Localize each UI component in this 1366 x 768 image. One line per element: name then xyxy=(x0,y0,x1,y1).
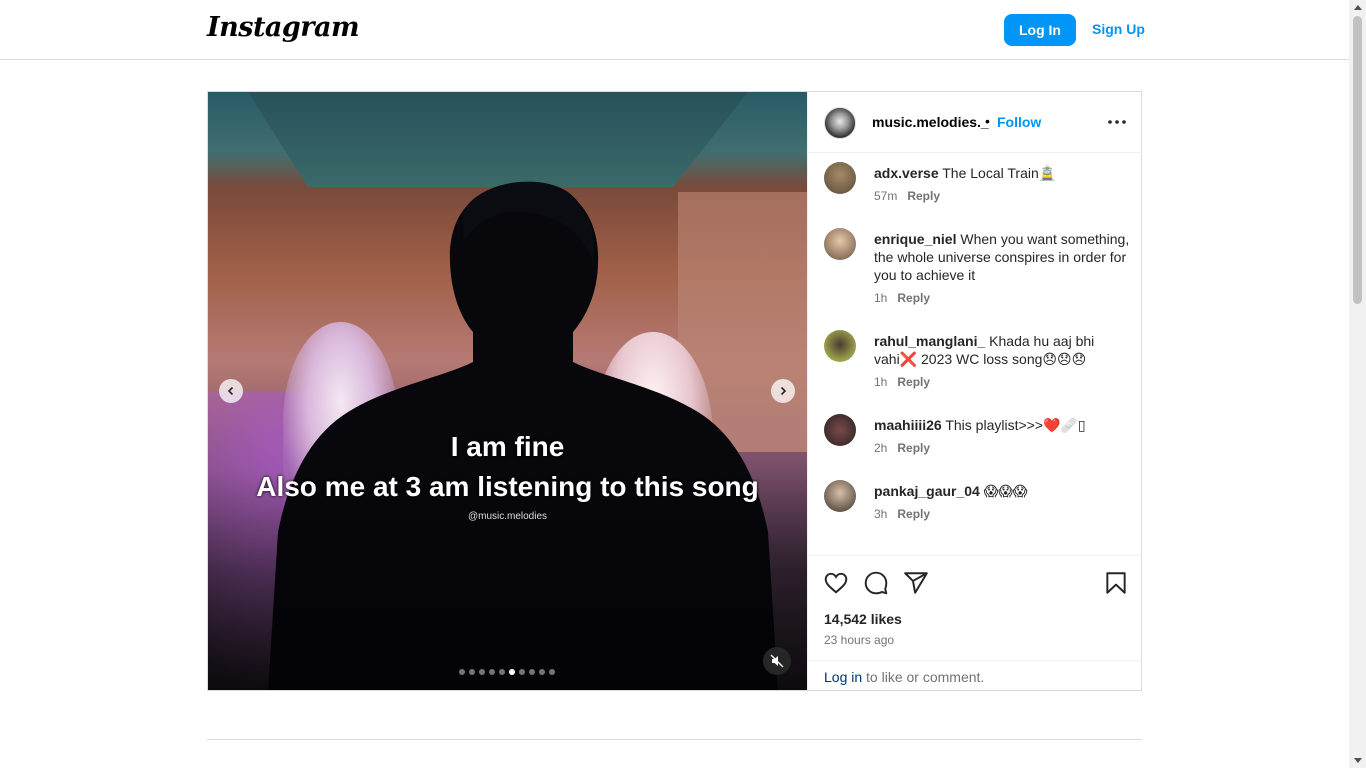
comment-time: 3h xyxy=(874,507,888,521)
post-container: I am fine Also me at 3 am listening to t… xyxy=(207,91,1142,691)
carousel-dot xyxy=(549,669,555,675)
likes-count[interactable]: 14,542 likes xyxy=(824,611,902,627)
comment-meta: 3h Reply xyxy=(874,507,930,521)
reply-button[interactable]: Reply xyxy=(897,291,930,305)
carousel-dot xyxy=(539,669,545,675)
post-timestamp[interactable]: 23 hours ago xyxy=(824,633,894,647)
comment-meta: 57m Reply xyxy=(874,189,940,203)
reply-button[interactable]: Reply xyxy=(897,441,930,455)
scroll-down-arrow[interactable] xyxy=(1354,758,1362,763)
comment-username[interactable]: maahiiii26 xyxy=(874,417,942,433)
login-prompt: Log in to like or comment. xyxy=(808,660,1142,692)
reply-button[interactable]: Reply xyxy=(897,507,930,521)
media-watermark: @music.melodies xyxy=(467,511,548,522)
carousel-dot xyxy=(529,669,535,675)
carousel-dot xyxy=(469,669,475,675)
post-media[interactable]: I am fine Also me at 3 am listening to t… xyxy=(208,92,807,690)
comment-body: pankaj_gaur_04 😱😱😱 xyxy=(874,482,1130,500)
carousel-dot xyxy=(499,669,505,675)
comment-username[interactable]: enrique_niel xyxy=(874,231,956,247)
page-scrollbar[interactable] xyxy=(1349,0,1366,768)
login-link[interactable]: Log in xyxy=(824,669,862,685)
login-prompt-suffix: to like or comment. xyxy=(862,669,985,685)
comment-avatar[interactable] xyxy=(824,480,856,512)
comment-avatar[interactable] xyxy=(824,228,856,260)
reply-button[interactable]: Reply xyxy=(907,189,940,203)
chevron-right-icon xyxy=(780,386,787,396)
comment-username[interactable]: adx.verse xyxy=(874,165,939,181)
comment-time: 57m xyxy=(874,189,898,203)
media-caption-line2: Also me at 3 am listening to this song xyxy=(256,471,759,502)
carousel-next-button[interactable] xyxy=(771,379,795,403)
more-options-icon[interactable] xyxy=(1105,112,1129,132)
page: Instagram Log In Sign Up I am fine Also … xyxy=(0,0,1366,768)
carousel-dot xyxy=(459,669,465,675)
scroll-up-arrow[interactable] xyxy=(1354,5,1362,10)
header-separator: • xyxy=(985,113,990,129)
reply-button[interactable]: Reply xyxy=(897,375,930,389)
comment-body: adx.verse The Local Train🚊 xyxy=(874,164,1130,182)
comment-text: This playlist>>>❤️🩹▯ xyxy=(945,417,1086,433)
scrollbar-thumb[interactable] xyxy=(1353,16,1362,304)
post-actions: 14,542 likes 23 hours ago Log in to like… xyxy=(808,555,1142,691)
heart-icon[interactable] xyxy=(823,570,849,596)
comment-time: 1h xyxy=(874,291,888,305)
carousel-dot xyxy=(479,669,485,675)
author-username[interactable]: music.melodies._ xyxy=(872,114,989,130)
comment-meta: 1h Reply xyxy=(874,291,930,305)
comment-avatar[interactable] xyxy=(824,162,856,194)
carousel-dot-active xyxy=(509,669,515,675)
comment-text: The Local Train🚊 xyxy=(942,165,1057,181)
bookmark-icon[interactable] xyxy=(1103,570,1129,596)
section-divider xyxy=(207,739,1142,740)
top-navigation: Instagram Log In Sign Up xyxy=(0,0,1349,60)
follow-button[interactable]: Follow xyxy=(997,114,1041,130)
post-sidebar: music.melodies._ • Follow adx.verse The … xyxy=(807,92,1142,691)
carousel-prev-button[interactable] xyxy=(219,379,243,403)
comment-time: 1h xyxy=(874,375,888,389)
post-header: music.melodies._ • Follow xyxy=(808,92,1142,153)
media-caption-line1: I am fine xyxy=(450,431,565,462)
signup-link[interactable]: Sign Up xyxy=(1092,21,1145,37)
comment-icon[interactable] xyxy=(863,570,889,596)
comment-username[interactable]: pankaj_gaur_04 xyxy=(874,483,980,499)
login-prompt-text: Log in to like or comment. xyxy=(824,669,984,685)
comment-body: enrique_niel When you want something, th… xyxy=(874,230,1130,284)
media-shade xyxy=(208,470,807,690)
carousel-indicators xyxy=(459,669,555,675)
comment-time: 2h xyxy=(874,441,888,455)
comment-avatar[interactable] xyxy=(824,414,856,446)
mute-toggle-button[interactable] xyxy=(763,647,791,675)
comment-username[interactable]: rahul_manglani_ xyxy=(874,333,985,349)
login-button[interactable]: Log In xyxy=(1004,14,1076,46)
author-avatar[interactable] xyxy=(824,107,856,139)
comment-body: maahiiii26 This playlist>>>❤️🩹▯ xyxy=(874,416,1130,434)
comment-body: rahul_manglani_ Khada hu aaj bhi vahi❌ 2… xyxy=(874,332,1130,368)
carousel-dot xyxy=(519,669,525,675)
share-icon[interactable] xyxy=(903,570,929,596)
carousel-dot xyxy=(489,669,495,675)
mute-icon xyxy=(770,654,784,668)
chevron-left-icon xyxy=(227,386,234,396)
instagram-logo[interactable]: Instagram xyxy=(207,12,360,43)
comment-text: 😱😱😱 xyxy=(983,483,1028,499)
comment-meta: 2h Reply xyxy=(874,441,930,455)
comment-avatar[interactable] xyxy=(824,330,856,362)
comment-meta: 1h Reply xyxy=(874,375,930,389)
